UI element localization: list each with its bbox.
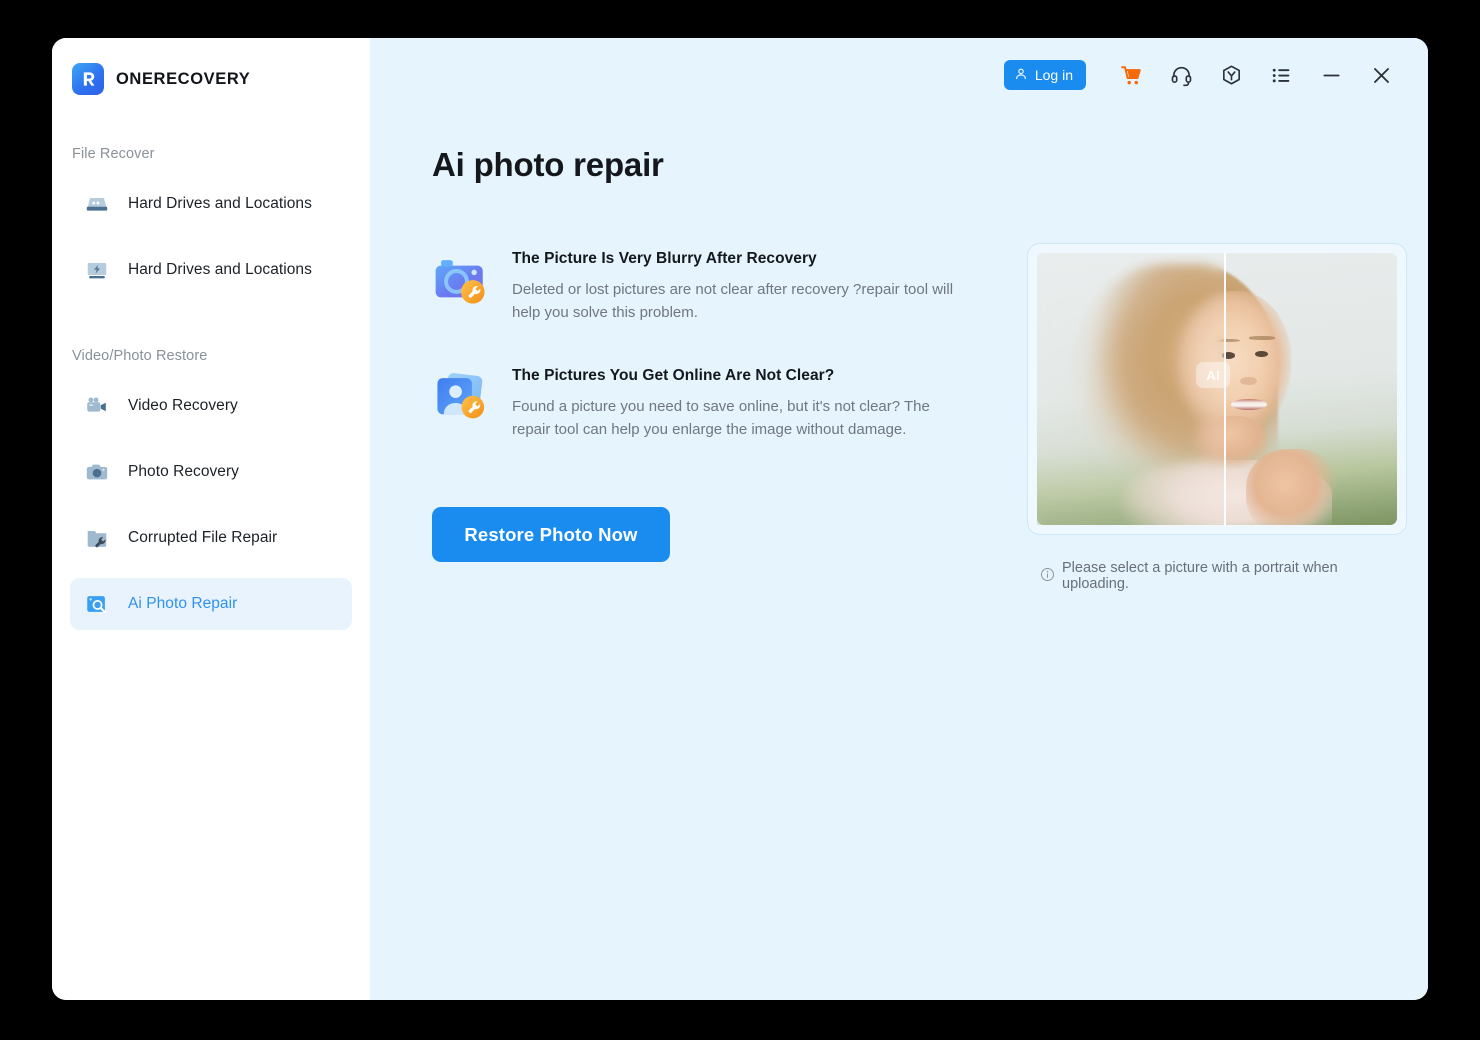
- nav-group-title: File Recover: [52, 146, 370, 162]
- camera-repair-icon: [432, 252, 490, 310]
- sidebar: ONERECOVERY File Recover Hard Drives and…: [52, 38, 370, 1000]
- feature-description: Found a picture you need to save online,…: [512, 395, 954, 442]
- sidebar-item-video-recovery[interactable]: Video Recovery: [70, 380, 352, 432]
- sidebar-item-label: Video Recovery: [128, 397, 238, 415]
- feature-title: The Pictures You Get Online Are Not Clea…: [512, 367, 954, 385]
- content-area: Ai photo repair: [370, 112, 1428, 1000]
- sidebar-item-label: Ai Photo Repair: [128, 595, 237, 613]
- sidebar-item-ai-photo-repair[interactable]: Ai Photo Repair: [70, 578, 352, 630]
- headset-icon[interactable]: [1156, 53, 1206, 97]
- menu-list-icon[interactable]: [1256, 53, 1306, 97]
- preview-note: Please select a picture with a portrait …: [1028, 560, 1408, 592]
- nav-group-video-photo-restore: Video/Photo Restore Video Recovery: [52, 348, 370, 630]
- sidebar-item-corrupted-file-repair[interactable]: Corrupted File Repair: [70, 512, 352, 564]
- page-title: Ai photo repair: [432, 146, 1428, 184]
- nav-group-title: Video/Photo Restore: [52, 348, 370, 364]
- user-icon: [1014, 67, 1028, 84]
- preview-column: AI Please select a picture with a portra…: [1028, 244, 1408, 592]
- login-label: Log in: [1035, 67, 1073, 83]
- titlebar: Log in: [370, 38, 1428, 112]
- sidebar-item-hard-drives-and-locations[interactable]: Hard Drives and Locations: [70, 178, 352, 230]
- cart-icon[interactable]: [1106, 53, 1156, 97]
- sidebar-item-photo-recovery[interactable]: Photo Recovery: [70, 446, 352, 498]
- close-icon[interactable]: [1356, 53, 1406, 97]
- feature-title: The Picture Is Very Blurry After Recover…: [512, 250, 954, 268]
- before-after-portrait-image: AI: [1037, 253, 1397, 525]
- portrait-repair-icon: [432, 369, 490, 427]
- brand-name: ONERECOVERY: [116, 70, 250, 89]
- r-logo-icon: [72, 63, 104, 95]
- main-panel: Log in: [370, 38, 1428, 1000]
- upgrade-icon[interactable]: [1206, 53, 1256, 97]
- feature-item: The Pictures You Get Online Are Not Clea…: [432, 367, 994, 442]
- file-wrench-icon: [82, 523, 112, 553]
- login-button[interactable]: Log in: [1004, 60, 1086, 90]
- restore-photo-now-button[interactable]: Restore Photo Now: [432, 507, 670, 562]
- sidebar-item-label: Hard Drives and Locations: [128, 195, 312, 213]
- sidebar-item-label: Corrupted File Repair: [128, 529, 277, 547]
- sidebar-item-label: Hard Drives and Locations: [128, 261, 312, 279]
- preview-note-text: Please select a picture with a portrait …: [1062, 560, 1408, 592]
- sidebar-item-label: Photo Recovery: [128, 463, 239, 481]
- ai-badge: AI: [1196, 362, 1230, 388]
- video-camera-icon: [82, 391, 112, 421]
- hard-drive-icon: [82, 189, 112, 219]
- feature-description: Deleted or lost pictures are not clear a…: [512, 278, 954, 325]
- ai-photo-repair-icon: [82, 589, 112, 619]
- features-column: The Picture Is Very Blurry After Recover…: [432, 244, 994, 592]
- crashed-computer-icon: [82, 255, 112, 285]
- preview-frame[interactable]: AI: [1028, 244, 1406, 534]
- blurred-half-overlay: [1037, 253, 1224, 525]
- application-window: ONERECOVERY File Recover Hard Drives and…: [52, 38, 1428, 1000]
- sidebar-item-crashed-computer[interactable]: Hard Drives and Locations: [70, 244, 352, 296]
- brand: ONERECOVERY: [52, 56, 370, 102]
- nav-group-file-recover: File Recover Hard Drives and Locations: [52, 146, 370, 296]
- comparison-divider[interactable]: [1224, 253, 1226, 525]
- info-icon: [1040, 567, 1055, 586]
- feature-item: The Picture Is Very Blurry After Recover…: [432, 250, 994, 325]
- minimize-icon[interactable]: [1306, 53, 1356, 97]
- photo-camera-icon: [82, 457, 112, 487]
- content-columns: The Picture Is Very Blurry After Recover…: [432, 244, 1428, 592]
